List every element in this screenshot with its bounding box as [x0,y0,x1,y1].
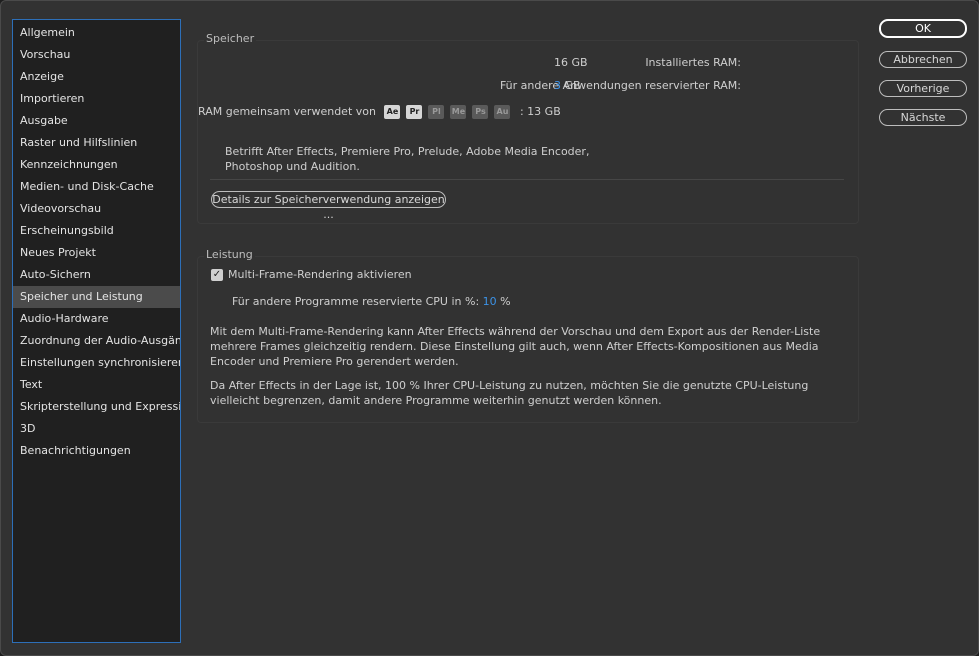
sidebar-item-kennzeichnungen[interactable]: Kennzeichnungen [13,154,180,176]
sidebar-item-text[interactable]: Text [13,374,180,396]
next-button[interactable]: Nächste [879,109,967,126]
after-effects-icon: Ae [384,105,401,119]
sidebar-item-neues-projekt[interactable]: Neues Projekt [13,242,180,264]
mfr-checkbox[interactable]: ✓ [211,269,223,281]
media-encoder-icon: Me [450,105,467,119]
mfr-description-line2: mehrere Frames gleichzeitig rendern. Die… [210,340,819,353]
sidebar-item-speicher-leistung[interactable]: Speicher und Leistung [13,286,180,308]
sidebar-item-importieren[interactable]: Importieren [13,88,180,110]
cpu-reserved-label: Für andere Programme reservierte CPU in … [232,295,480,308]
audition-icon: Au [494,105,511,119]
reserved-ram-unit: GB [564,79,581,92]
sidebar-item-videovorschau[interactable]: Videovorschau [13,198,180,220]
memory-divider [210,179,844,180]
ok-button[interactable]: OK [879,19,967,38]
apps-note-line2: Photoshop und Audition. [225,160,360,173]
cpu-reserved-unit: % [500,295,511,308]
preferences-dialog: Allgemein Vorschau Anzeige Importieren A… [0,0,979,656]
sidebar-item-raster[interactable]: Raster und Hilfslinien [13,132,180,154]
cancel-button[interactable]: Abbrechen [879,51,967,68]
photoshop-icon: Ps [472,105,489,119]
sidebar-item-vorschau[interactable]: Vorschau [13,44,180,66]
performance-section-title: Leistung [204,248,255,261]
sidebar-item-anzeige[interactable]: Anzeige [13,66,180,88]
sidebar-item-3d[interactable]: 3D [13,418,180,440]
shared-ram-label: RAM gemeinsam verwendet von [198,105,376,118]
sidebar-item-audio-ausgaenge[interactable]: Zuordnung der Audio-Ausgänge [13,330,180,352]
performance-section: Leistung ✓ Multi-Frame-Rendering aktivie… [197,248,859,423]
sidebar-item-ausgabe[interactable]: Ausgabe [13,110,180,132]
cpu-reserved-value[interactable]: 10 [483,295,497,308]
mfr-checkbox-label[interactable]: Multi-Frame-Rendering aktivieren [228,268,412,281]
shared-ram-value: : 13 GB [519,105,561,118]
sidebar-item-skripte[interactable]: Skripterstellung und Expressions [13,396,180,418]
cpu-description-line1: Da After Effects in der Lage ist, 100 % … [210,379,809,392]
sidebar-item-allgemein[interactable]: Allgemein [13,22,180,44]
cpu-reserved-row: Für andere Programme reservierte CPU in … [232,295,511,308]
memory-section-title: Speicher [204,32,257,45]
sidebar-item-erscheinungsbild[interactable]: Erscheinungsbild [13,220,180,242]
sidebar-item-audio-hardware[interactable]: Audio-Hardware [13,308,180,330]
premiere-pro-icon: Pr [406,105,423,119]
sidebar: Allgemein Vorschau Anzeige Importieren A… [12,19,181,643]
apps-note-line1: Betrifft After Effects, Premiere Pro, Pr… [225,145,590,158]
installed-ram-label: Installiertes RAM: [645,56,741,69]
mfr-description-line1: Mit dem Multi-Frame-Rendering kann After… [210,325,821,338]
cpu-description-line2: vielleicht begrenzen, damit andere Progr… [210,394,662,407]
memory-section: Speicher Installiertes RAM: 16 GB Für an… [197,32,859,224]
memory-details-button[interactable]: Details zur Speicherverwendung anzeigen … [211,191,446,221]
prelude-icon: Pl [428,105,445,119]
sidebar-item-benachrichtigungen[interactable]: Benachrichtigungen [13,440,180,462]
reserved-ram-value-group: 3 GB [554,79,581,92]
previous-button[interactable]: Vorherige [879,80,967,97]
shared-ram-row: RAM gemeinsam verwendet von Ae Pr Pl Me Ps Au… [198,105,561,119]
sidebar-item-medien-cache[interactable]: Medien- und Disk-Cache [13,176,180,198]
reserved-ram-label: Für andere Anwendungen reservierter RAM: [499,79,741,92]
mfr-description-line3: Encoder und Premiere Pro gerendert werde… [210,355,459,368]
installed-ram-value: 16 GB [554,56,588,69]
sidebar-item-sync[interactable]: Einstellungen synchronisieren [13,352,180,374]
sidebar-item-auto-sichern[interactable]: Auto-Sichern [13,264,180,286]
reserved-ram-value[interactable]: 3 [554,79,561,92]
